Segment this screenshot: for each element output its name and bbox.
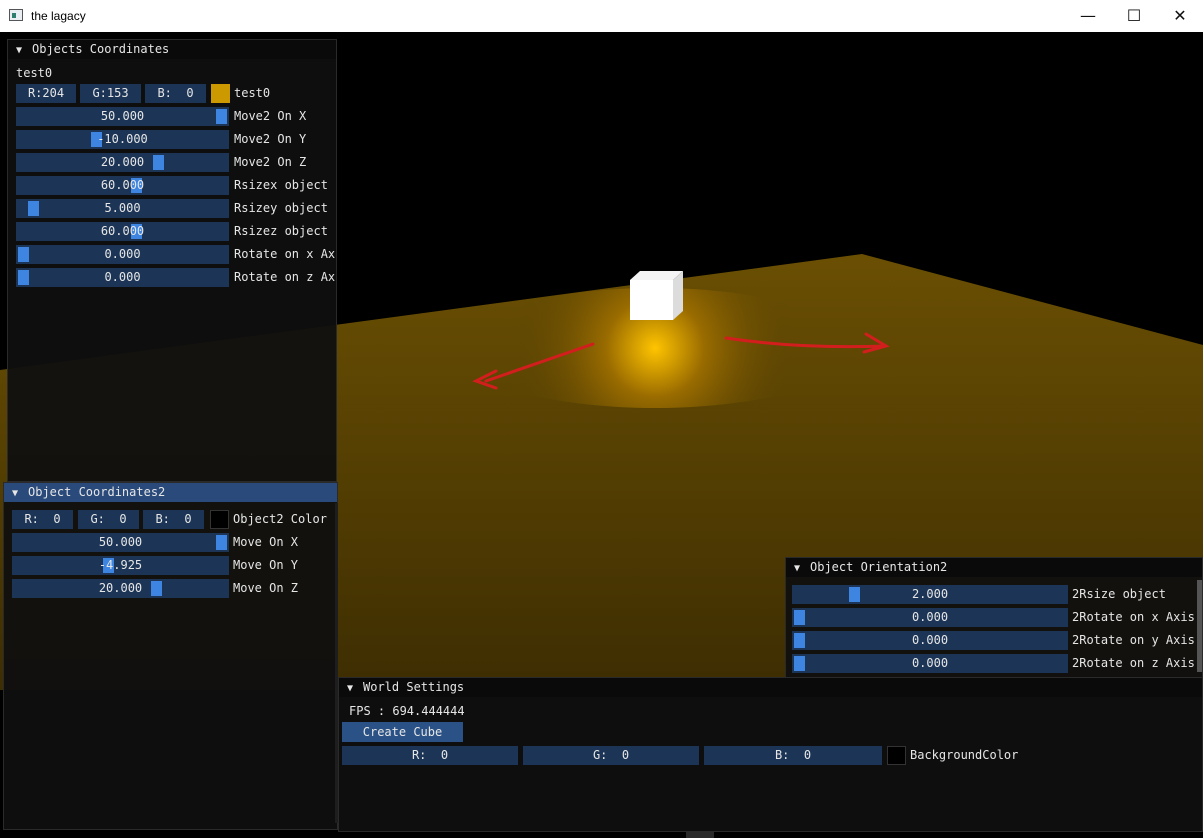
collapse-triangle-icon[interactable]: ▼ — [347, 679, 363, 698]
slider-value: -10.000 — [97, 132, 148, 146]
color-swatch[interactable] — [887, 746, 906, 765]
blue-channel-field[interactable]: B: 0 — [143, 510, 204, 529]
panel-title-bar[interactable]: ▼ Object Coordinates2 — [4, 483, 337, 502]
value-slider[interactable]: 50.000 — [12, 533, 229, 552]
slider-value: 20.000 — [100, 155, 145, 169]
panel-title: World Settings — [363, 680, 465, 694]
value-slider[interactable]: 20.000 — [16, 153, 229, 172]
color-label: test0 — [234, 86, 271, 100]
color-label: BackgroundColor — [910, 748, 1019, 762]
slider-label: Move2 On X — [234, 109, 307, 123]
value-slider[interactable]: 50.000 — [16, 107, 229, 126]
maximize-button[interactable]: ☐ — [1111, 0, 1157, 32]
blue-channel-field[interactable]: B: 0 — [145, 84, 206, 103]
value-slider[interactable]: 0.000 — [16, 245, 229, 264]
panel-title: Objects Coordinates — [32, 42, 170, 56]
slider-label: 2Rotate on x Axis — [1072, 610, 1195, 624]
slider-label: Move On X — [233, 535, 299, 549]
value-slider[interactable]: 0.000 — [792, 608, 1068, 627]
slider-label: Rsizez object — [234, 224, 328, 238]
slider-label: Move On Y — [233, 558, 299, 572]
slider-label: Rotate on x Ax — [234, 247, 336, 261]
panel-title-bar[interactable]: ▼ World Settings — [339, 678, 1202, 697]
slider-label: 2Rotate on y Axis — [1072, 633, 1195, 647]
object-coordinates2-panel: ▼ Object Coordinates2 R: 0 G: 0 B: 0 Obje… — [3, 482, 338, 830]
window-title: the lagacy — [31, 9, 86, 23]
value-slider[interactable]: 60.000 — [16, 176, 229, 195]
world-settings-panel: ▼ World Settings FPS : 694.444444 Create … — [338, 677, 1203, 832]
collapse-triangle-icon[interactable]: ▼ — [794, 559, 810, 578]
value-slider[interactable]: 20.000 — [12, 579, 229, 598]
color-label: Object2 Color — [233, 512, 327, 526]
app-icon — [9, 9, 23, 21]
value-slider[interactable]: 60.000 — [16, 222, 229, 241]
slider-value: -4.925 — [98, 558, 143, 572]
collapse-triangle-icon[interactable]: ▼ — [12, 484, 28, 503]
slider-value: 0.000 — [104, 270, 141, 284]
slider-value: 0.000 — [104, 247, 141, 261]
value-slider[interactable]: 0.000 — [792, 631, 1068, 650]
green-channel-field[interactable]: G: 0 — [78, 510, 139, 529]
color-swatch[interactable] — [211, 84, 230, 103]
value-slider[interactable]: -4.925 — [12, 556, 229, 575]
green-channel-field[interactable]: G: 0 — [523, 746, 699, 765]
slider-label: Move2 On Z — [234, 155, 307, 169]
slider-label: Move2 On Y — [234, 132, 307, 146]
slider-value: 0.000 — [911, 610, 949, 624]
color-swatch[interactable] — [210, 510, 229, 529]
slider-value: 50.000 — [100, 109, 145, 123]
green-channel-field[interactable]: G:153 — [80, 84, 141, 103]
blue-channel-field[interactable]: B: 0 — [704, 746, 882, 765]
panel-title-bar[interactable]: ▼ Objects Coordinates — [8, 40, 336, 59]
close-button[interactable]: ✕ — [1157, 0, 1203, 32]
red-channel-field[interactable]: R: 0 — [342, 746, 518, 765]
red-channel-field[interactable]: R:204 — [16, 84, 76, 103]
slider-value: 60.000 — [100, 224, 145, 238]
slider-label: Move On Z — [233, 581, 299, 595]
slider-label: 2Rsize object — [1072, 587, 1166, 601]
slider-value: 5.000 — [104, 201, 141, 215]
slider-value: 0.000 — [911, 633, 949, 647]
value-slider[interactable]: -10.000 — [16, 130, 229, 149]
slider-label: Rsizex object — [234, 178, 328, 192]
slider-value: 50.000 — [98, 535, 143, 549]
slider-value: 20.000 — [98, 581, 143, 595]
slider-value: 60.000 — [100, 178, 145, 192]
slider-label: Rotate on z Ax — [234, 270, 336, 284]
panel-title: Object Coordinates2 — [28, 485, 166, 499]
object-name-label: test0 — [16, 66, 53, 80]
objects-coordinates-panel: ▼ Objects Coordinates test0 R:204 G:153 B… — [7, 39, 337, 482]
cube-front — [630, 280, 673, 320]
value-slider[interactable]: 2.000 — [792, 585, 1068, 604]
fps-readout: FPS : 694.444444 — [349, 704, 465, 718]
slider-label: Rsizey object — [234, 201, 328, 215]
value-slider[interactable]: 0.000 — [792, 654, 1068, 673]
window-titlebar: the lagacy — ☐ ✕ — [0, 0, 1203, 32]
panel-title-bar[interactable]: ▼ Object Orientation2 — [786, 558, 1202, 577]
collapse-triangle-icon[interactable]: ▼ — [16, 41, 32, 60]
slider-label: 2Rotate on z Axis — [1072, 656, 1195, 670]
panel-title: Object Orientation2 — [810, 560, 948, 574]
create-cube-button[interactable]: Create Cube — [342, 722, 463, 742]
object-orientation2-panel: ▼ Object Orientation2 2.000 2Rsize object 0… — [785, 557, 1203, 678]
red-channel-field[interactable]: R: 0 — [12, 510, 73, 529]
minimize-button[interactable]: — — [1065, 0, 1111, 32]
slider-value: 2.000 — [911, 587, 949, 601]
slider-value: 0.000 — [911, 656, 949, 670]
panel-scrollbar[interactable] — [1197, 580, 1202, 672]
bottom-scroll-handle[interactable] — [686, 832, 714, 838]
value-slider[interactable]: 5.000 — [16, 199, 229, 218]
value-slider[interactable]: 0.000 — [16, 268, 229, 287]
